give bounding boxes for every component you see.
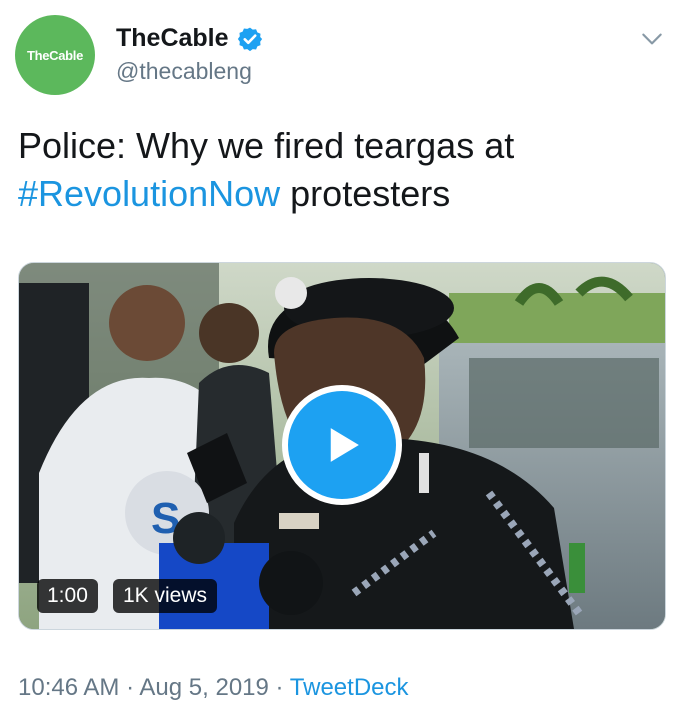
play-icon [330, 428, 359, 462]
meta-separator: · [126, 674, 135, 701]
verified-badge-icon [237, 27, 262, 51]
meta-separator-2: · [275, 674, 284, 701]
display-name-text: TheCable [116, 24, 229, 52]
tweet-text-start: Police: Why we fired teargas at [18, 125, 515, 166]
tweet-date[interactable]: Aug 5, 2019 [139, 674, 268, 701]
author-handle[interactable]: @thecableng [116, 58, 252, 85]
video-duration: 1:00 [37, 579, 98, 613]
chevron-down-icon[interactable] [639, 26, 665, 52]
video-player[interactable]: S 1:00 1K views [18, 262, 666, 630]
video-view-count: 1K views [113, 579, 218, 613]
tweet-time[interactable]: 10:46 AM [18, 674, 119, 701]
tweet-text: Police: Why we fired teargas at #Revolut… [18, 122, 658, 218]
hashtag-link[interactable]: #RevolutionNow [18, 173, 280, 214]
avatar[interactable]: TheCable [15, 15, 95, 95]
tweet-text-end: protesters [280, 173, 451, 214]
tweet-source-link[interactable]: TweetDeck [290, 674, 409, 701]
author-display-name[interactable]: TheCable [116, 24, 263, 53]
tweet-meta: 10:46 AM · Aug 5, 2019 · TweetDeck [18, 674, 409, 702]
play-button[interactable] [282, 385, 402, 505]
avatar-logo-text: TheCable [26, 47, 84, 63]
